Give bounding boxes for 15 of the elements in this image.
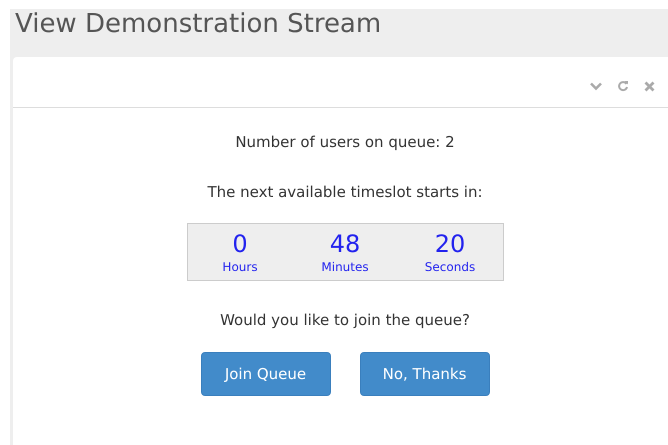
countdown-unit: Minutes [321, 259, 369, 275]
countdown-value: 48 [330, 229, 360, 259]
close-icon[interactable] [644, 80, 655, 92]
page-title: View Demonstration Stream [14, 9, 382, 41]
countdown-unit: Seconds [424, 259, 476, 275]
action-button[interactable]: No, Thanks [360, 352, 490, 396]
timeslot-text: The next available timeslot starts in: [207, 183, 483, 201]
refresh-icon[interactable] [617, 80, 629, 92]
countdown-value: 20 [434, 229, 466, 259]
question-text: Would you like to join the queue? [220, 311, 470, 329]
countdown-value: 0 [232, 229, 248, 259]
action-button[interactable]: Join Queue [200, 352, 330, 396]
countdown-unit: Hours [222, 259, 258, 275]
queue-count-text: Number of users on queue: 2 [235, 133, 455, 151]
collapse-icon[interactable] [590, 82, 602, 90]
